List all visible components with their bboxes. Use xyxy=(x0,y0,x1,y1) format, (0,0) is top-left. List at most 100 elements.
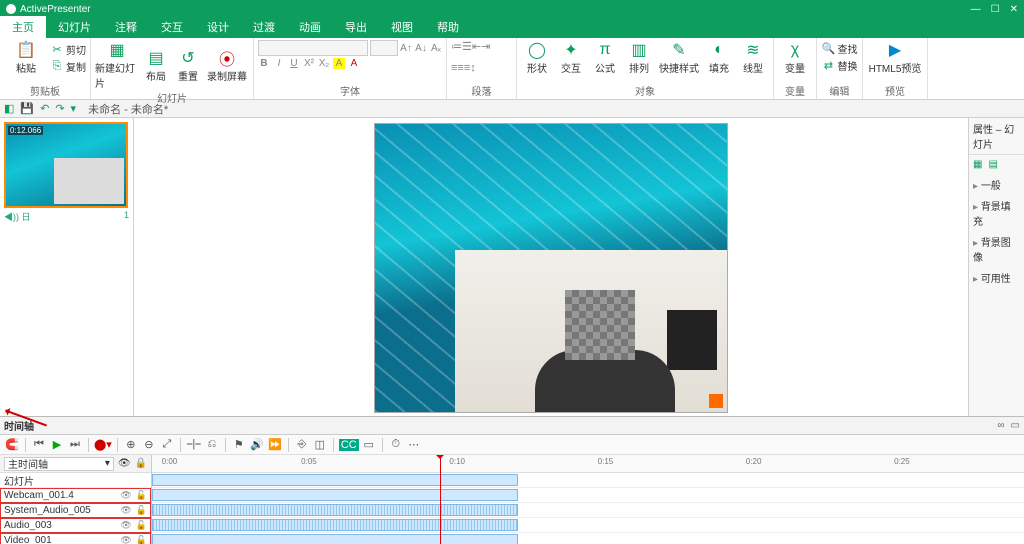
prop-fill[interactable]: 背景填充 xyxy=(969,195,1024,231)
sub-button[interactable]: X₂ xyxy=(318,58,330,69)
bold-button[interactable]: B xyxy=(258,58,270,69)
line-spacing-icon[interactable]: ↕ xyxy=(470,62,476,74)
reset-button[interactable]: ↺重置 xyxy=(173,48,203,83)
prop-general[interactable]: 一般 xyxy=(969,174,1024,195)
sub-icon[interactable]: ▭ xyxy=(361,438,377,451)
numbering-icon[interactable]: ☰ xyxy=(462,41,472,53)
sup-button[interactable]: X² xyxy=(303,58,315,69)
marker-icon[interactable]: ⚑ xyxy=(231,438,247,451)
eye-icon[interactable]: 👁 xyxy=(118,458,131,469)
fill-button[interactable]: ◐填充 xyxy=(703,40,735,75)
save-icon[interactable]: 💾 xyxy=(20,102,34,115)
quickstyle-button[interactable]: ✎快捷样式 xyxy=(657,40,701,75)
more-icon[interactable]: ▾ xyxy=(71,102,77,115)
tab-design[interactable]: 设计 xyxy=(195,16,241,38)
tab-view[interactable]: 视图 xyxy=(379,16,425,38)
lock-icon[interactable]: 🔓 xyxy=(136,520,147,531)
close-icon[interactable]: ✕ xyxy=(1010,4,1018,15)
tab-home[interactable]: 主页 xyxy=(0,16,46,38)
bullets-icon[interactable]: ≔ xyxy=(451,41,462,53)
eye-icon[interactable]: 👁 xyxy=(120,505,131,516)
tab-help[interactable]: 帮助 xyxy=(425,16,471,38)
lock-icon[interactable]: 🔓 xyxy=(136,505,147,516)
more-tools-icon[interactable]: ⋯ xyxy=(406,438,422,451)
track-video[interactable]: Video_001👁🔓 xyxy=(0,533,151,544)
timeline-close-icon[interactable]: ▭ xyxy=(1011,420,1020,431)
tool-icon[interactable]: ⎌ xyxy=(204,438,220,451)
clip[interactable] xyxy=(152,474,518,486)
vol-icon[interactable]: 🔊 xyxy=(249,438,265,451)
clip[interactable] xyxy=(152,489,518,501)
copy-button[interactable]: ⎘复制 xyxy=(50,58,86,74)
lane-webcam[interactable] xyxy=(152,488,1024,503)
italic-button[interactable]: I xyxy=(273,58,285,69)
slide-thumbnail[interactable]: 0:12.066 xyxy=(4,122,128,208)
speed-icon[interactable]: ⏩ xyxy=(267,438,283,451)
font-size-input[interactable] xyxy=(370,40,398,56)
track-sysaudio[interactable]: System_Audio_005👁🔓 xyxy=(0,503,151,518)
indent-dec-icon[interactable]: ⇤ xyxy=(472,41,481,53)
props-view2-icon[interactable]: ▤ xyxy=(988,159,997,170)
next-icon[interactable]: ⏭ xyxy=(67,438,83,451)
font-face-input[interactable] xyxy=(258,40,368,56)
interact-button[interactable]: ✦交互 xyxy=(555,40,587,75)
font-color-button[interactable]: A xyxy=(348,58,360,69)
tab-slides[interactable]: 幻灯片 xyxy=(46,16,103,38)
clip[interactable] xyxy=(152,534,518,544)
cut-button[interactable]: ✂剪切 xyxy=(50,41,86,57)
shape-button[interactable]: ◯形状 xyxy=(521,40,553,75)
timeline-dropdown[interactable]: 主时间轴▾ xyxy=(4,457,114,471)
track-webcam[interactable]: Webcam_001.4👁🔓 xyxy=(0,488,151,503)
decrease-font-icon[interactable]: A↓ xyxy=(415,43,427,54)
clear-format-icon[interactable]: Aₓ xyxy=(430,43,442,54)
lock-icon[interactable]: 🔓 xyxy=(136,535,147,544)
zoom-in-icon[interactable]: ⊕ xyxy=(123,438,139,451)
prop-image[interactable]: 背景图像 xyxy=(969,231,1024,267)
increase-font-icon[interactable]: A↑ xyxy=(400,43,412,54)
webcam-overlay[interactable] xyxy=(455,250,727,412)
track-slide[interactable]: 幻灯片 xyxy=(0,473,151,488)
props-view1-icon[interactable]: ▦ xyxy=(973,159,982,170)
variable-button[interactable]: χ变量 xyxy=(778,40,812,75)
layout-button[interactable]: ▤布局 xyxy=(141,48,171,83)
formula-button[interactable]: π公式 xyxy=(589,40,621,75)
timeline-min-icon[interactable]: ∞ xyxy=(997,420,1004,431)
tab-interact[interactable]: 交互 xyxy=(149,16,195,38)
redo-icon[interactable]: ↷ xyxy=(55,102,64,115)
insert-icon[interactable]: ⎆ xyxy=(294,438,310,451)
underline-button[interactable]: U xyxy=(288,58,300,69)
replace-button[interactable]: ⇄替换 xyxy=(821,57,858,73)
zoom-fit-icon[interactable]: ⤢ xyxy=(159,438,175,451)
cc-icon[interactable]: CC xyxy=(339,439,359,451)
lock-icon[interactable]: 🔓 xyxy=(136,490,147,501)
lock-icon[interactable]: 🔒 xyxy=(135,458,147,469)
clock-icon[interactable]: ⏱ xyxy=(388,438,404,451)
clip[interactable] xyxy=(152,519,518,531)
tab-export[interactable]: 导出 xyxy=(333,16,379,38)
eye-icon[interactable]: 👁 xyxy=(120,490,131,501)
split-icon[interactable]: ⎯|⎯ xyxy=(186,438,202,451)
minimize-icon[interactable]: — xyxy=(971,4,981,15)
indent-inc-icon[interactable]: ⇥ xyxy=(481,41,490,53)
playhead[interactable] xyxy=(440,455,441,544)
play-icon[interactable]: ▶ xyxy=(49,438,65,451)
lane-slide[interactable] xyxy=(152,473,1024,488)
undo-icon[interactable]: ↶ xyxy=(40,102,49,115)
lane-audio[interactable] xyxy=(152,518,1024,533)
prev-icon[interactable]: ⏮ xyxy=(31,438,47,451)
crop-icon[interactable]: ◫ xyxy=(312,438,328,451)
eye-icon[interactable]: 👁 xyxy=(120,520,131,531)
record-screen-button[interactable]: ⦿录制屏幕 xyxy=(205,48,249,83)
zoom-out-icon[interactable]: ⊖ xyxy=(141,438,157,451)
canvas-area[interactable] xyxy=(134,118,968,416)
highlight-button[interactable]: A xyxy=(333,58,345,69)
paste-button[interactable]: 📋粘贴 xyxy=(4,40,48,75)
track-audio[interactable]: Audio_003👁🔓 xyxy=(0,518,151,533)
clip[interactable] xyxy=(152,504,518,516)
maximize-icon[interactable]: ☐ xyxy=(991,4,1000,15)
timeline-lanes[interactable]: 0:00 0:05 0:10 0:15 0:20 0:25 xyxy=(152,455,1024,544)
new-slide-button[interactable]: ▦新建幻灯片 xyxy=(95,40,139,90)
find-button[interactable]: 🔍查找 xyxy=(821,40,858,56)
arrange-button[interactable]: ▥排列 xyxy=(623,40,655,75)
time-ruler[interactable]: 0:00 0:05 0:10 0:15 0:20 0:25 xyxy=(152,455,1024,473)
